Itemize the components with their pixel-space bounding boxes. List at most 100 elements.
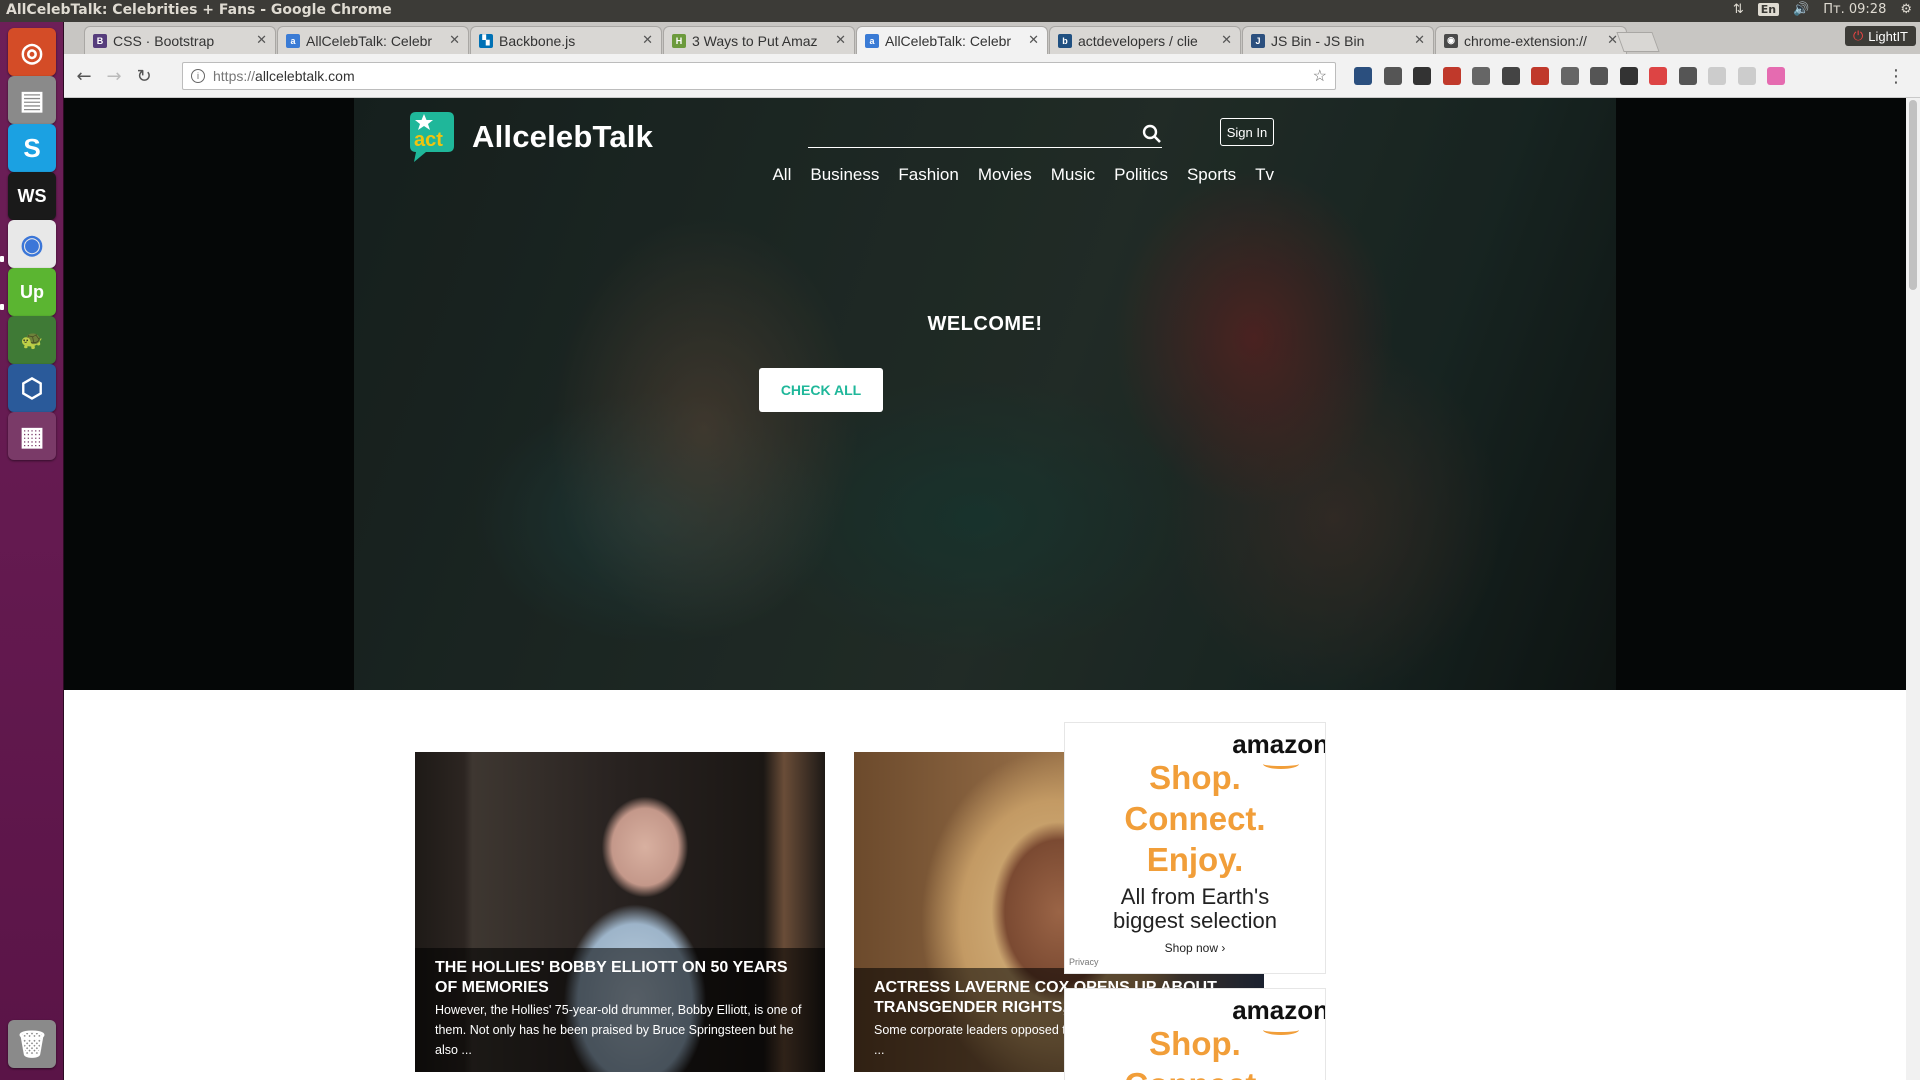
tab-favicon-icon: a — [865, 33, 879, 48]
hero-heading: WELCOME! — [927, 313, 1043, 335]
nav-item-sports[interactable]: Sports — [1187, 165, 1236, 185]
clock[interactable]: Пт. 09:28 — [1823, 2, 1886, 17]
browser-tab[interactable]: b actdevelopers / clie ✕ — [1049, 26, 1241, 54]
trash-icon[interactable]: 🗑 — [8, 1020, 56, 1068]
profile-icon: ⏻ — [1852, 28, 1864, 43]
profile-button[interactable]: ⏻ LightIT — [1844, 26, 1916, 46]
scrollbar-thumb[interactable] — [1909, 100, 1917, 290]
pink-ext-icon[interactable] — [1767, 67, 1785, 85]
settings-gear-icon[interactable]: ⚙ — [1900, 2, 1912, 17]
search-icon[interactable] — [1142, 124, 1162, 148]
ad-shop-now-link[interactable]: Shop now › — [1065, 941, 1325, 955]
dark-ext-icon[interactable] — [1413, 67, 1431, 85]
tag-ext-icon[interactable] — [1649, 67, 1667, 85]
browser-tab[interactable]: a AllCelebTalk: Celebr ✕ — [277, 26, 469, 54]
bug-ext-icon[interactable] — [1590, 67, 1608, 85]
keyboard-layout-indicator[interactable]: En — [1757, 3, 1780, 16]
article-title[interactable]: THE HOLLIES' BOBBY ELLIOTT ON 50 YEARS O… — [435, 958, 807, 998]
workspace-switcher-icon[interactable]: ▦ — [8, 412, 56, 460]
tab-title: JS Bin - JS Bin — [1271, 32, 1365, 49]
bookmark-ext-icon[interactable] — [1560, 67, 1579, 85]
tab-title: actdevelopers / clie — [1078, 32, 1198, 49]
bootstrap-ext-icon[interactable] — [1354, 67, 1372, 85]
amazon-ad-banner[interactable]: amazon Shop. Connect. Enjoy. All from Ea… — [1064, 722, 1326, 974]
files-icon[interactable]: ▤ — [8, 76, 56, 124]
browser-tab[interactable]: H 3 Ways to Put Amaz ✕ — [663, 26, 855, 54]
svg-text:act: act — [414, 129, 443, 151]
article-caption: THE HOLLIES' BOBBY ELLIOTT ON 50 YEARS O… — [415, 948, 825, 1072]
page-scrollbar[interactable] — [1906, 98, 1920, 1080]
tab-close-icon[interactable]: ✕ — [642, 33, 653, 48]
site-logo[interactable]: act AllcelebTalk — [404, 110, 653, 164]
window-title: AllCelebTalk: Celebrities + Fans - Googl… — [6, 2, 392, 18]
site-info-icon[interactable]: i — [191, 69, 205, 83]
redux-ext-icon[interactable] — [1442, 67, 1461, 85]
mask-ext-icon[interactable] — [1678, 67, 1697, 85]
upwork-icon[interactable]: Up — [8, 268, 56, 316]
hero-section: act AllcelebTalk Sign In All Business Fash… — [64, 98, 1906, 690]
skype-icon[interactable]: S — [8, 124, 56, 172]
browser-tab[interactable]: ◉ chrome-extension:// ✕ — [1435, 26, 1627, 54]
nav-item-politics[interactable]: Politics — [1114, 165, 1168, 185]
browser-tab[interactable]: J JS Bin - JS Bin ✕ — [1242, 26, 1434, 54]
chrome-menu-icon[interactable]: ⋮ — [1884, 64, 1908, 88]
amazon-ad-banner[interactable]: amazon Shop. Connect. — [1064, 988, 1326, 1080]
virtualbox-icon[interactable]: ⬡ — [8, 364, 56, 412]
search-input[interactable] — [808, 124, 1128, 146]
grey-ext-icon-2[interactable] — [1737, 67, 1756, 85]
grey-ext-icon[interactable] — [1708, 67, 1726, 85]
webstorm-icon[interactable]: WS — [8, 172, 56, 220]
chrome-icon[interactable]: ◉ — [8, 220, 56, 268]
ubuntu-dash-icon[interactable]: ◎ — [8, 28, 56, 76]
nav-item-business[interactable]: Business — [810, 165, 879, 185]
browser-tab[interactable]: B CSS · Bootstrap ✕ — [84, 26, 276, 54]
tab-title: AllCelebTalk: Celebr — [306, 32, 433, 49]
nav-item-movies[interactable]: Movies — [978, 165, 1032, 185]
volume-icon[interactable]: 🔊 — [1793, 2, 1809, 17]
tab-favicon-icon: H — [672, 33, 686, 48]
ad-privacy-link[interactable]: Privacy — [1069, 957, 1099, 967]
eyedropper-ext-icon[interactable] — [1472, 67, 1490, 85]
profile-label: LightIT — [1868, 28, 1908, 44]
tab-close-icon[interactable]: ✕ — [256, 33, 267, 48]
pointer-ext-icon[interactable] — [1619, 67, 1638, 85]
gmail-ext-icon[interactable] — [1531, 67, 1549, 85]
tab-close-icon[interactable]: ✕ — [1607, 33, 1618, 48]
nav-item-fashion[interactable]: Fashion — [898, 165, 958, 185]
sign-in-button[interactable]: Sign In — [1220, 118, 1274, 146]
address-bar[interactable]: i https:// allcelebtalk.com ☆ — [182, 62, 1336, 90]
tab-title: 3 Ways to Put Amaz — [692, 32, 818, 49]
os-top-panel: AllCelebTalk: Celebrities + Fans - Googl… — [0, 0, 1920, 22]
nav-item-music[interactable]: Music — [1051, 165, 1095, 185]
tab-favicon-icon: a — [286, 33, 300, 48]
turtle-icon[interactable]: 🐢 — [8, 316, 56, 364]
nav-item-all[interactable]: All — [772, 165, 791, 185]
new-tab-button[interactable] — [1616, 32, 1660, 52]
site-logo-text: AllcelebTalk — [472, 119, 654, 154]
tab-close-icon[interactable]: ✕ — [1028, 33, 1039, 48]
reload-icon[interactable]: ↻ — [132, 64, 156, 88]
shield-ext-icon[interactable] — [1501, 67, 1520, 85]
ad-brand: amazon — [1232, 995, 1326, 1025]
forward-arrow-icon[interactable]: → — [102, 64, 126, 88]
browser-tab[interactable]: a AllCelebTalk: Celebr ✕ — [856, 26, 1048, 54]
browser-tab[interactable]: ▚ Backbone.js ✕ — [470, 26, 662, 54]
tab-close-icon[interactable]: ✕ — [1221, 33, 1232, 48]
tab-close-icon[interactable]: ✕ — [449, 33, 460, 48]
act-logo-icon: act — [404, 110, 456, 164]
tab-favicon-icon: B — [93, 33, 107, 48]
article-excerpt: However, the Hollies' 75-year-old drumme… — [435, 1003, 802, 1057]
tab-favicon-icon: b — [1058, 33, 1072, 48]
network-icon[interactable]: ⇅ — [1733, 2, 1744, 17]
bookmark-star-icon[interactable]: ☆ — [1313, 66, 1327, 86]
browser-toolbar: ← → ↻ i https:// allcelebtalk.com ☆ ⋮ — [64, 54, 1920, 98]
back-arrow-icon[interactable]: ← — [72, 64, 96, 88]
article-card[interactable]: THE HOLLIES' BOBBY ELLIOTT ON 50 YEARS O… — [415, 752, 825, 1072]
tab-close-icon[interactable]: ✕ — [1414, 33, 1425, 48]
nav-item-tv[interactable]: Tv — [1255, 165, 1274, 185]
tab-close-icon[interactable]: ✕ — [835, 33, 846, 48]
check-all-button[interactable]: CHECK ALL — [759, 368, 883, 412]
running-indicator — [0, 304, 4, 310]
move-ext-icon[interactable] — [1383, 67, 1402, 85]
url-scheme: https:// — [213, 68, 256, 84]
